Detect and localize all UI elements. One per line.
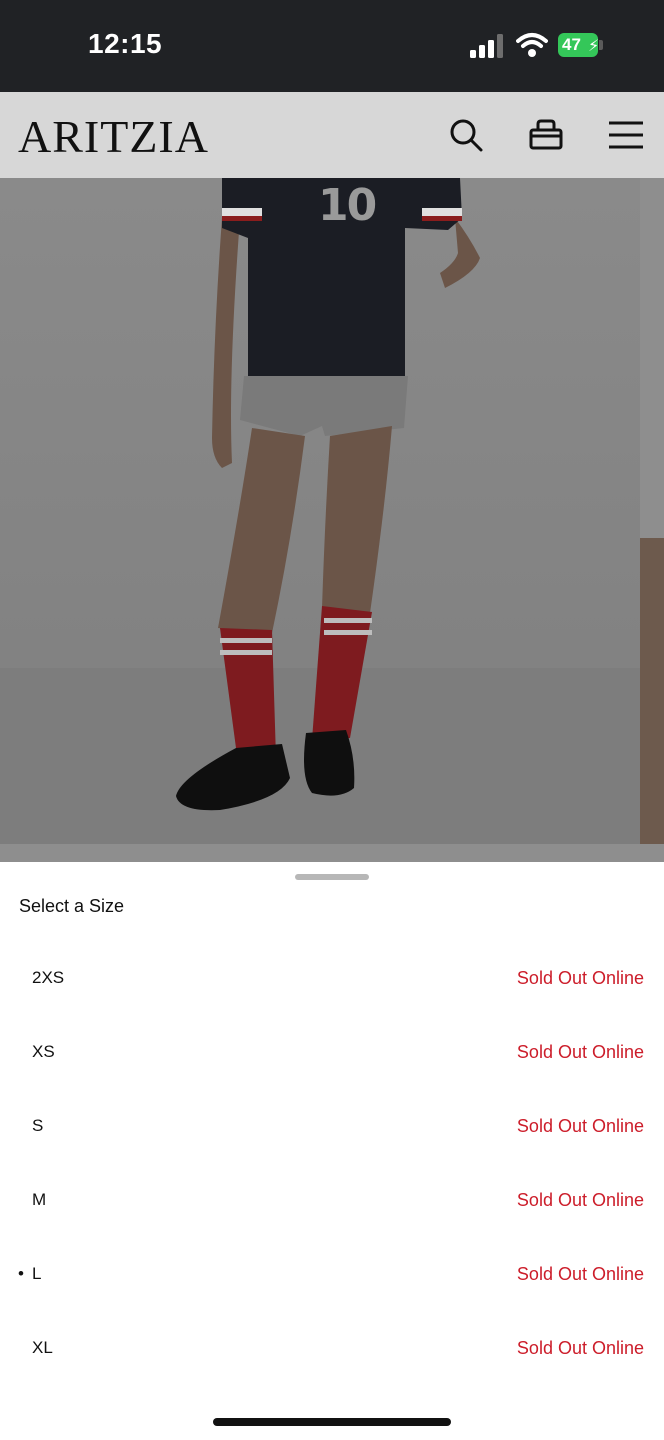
size-option-m[interactable]: M Sold Out Online [0, 1182, 664, 1222]
wifi-icon [516, 33, 548, 57]
size-availability: Sold Out Online [516, 1190, 644, 1210]
battery-cap [599, 40, 603, 50]
site-header: ARITZIA [0, 92, 664, 178]
battery-indicator: 47 ⚡ [558, 33, 604, 57]
model-illustration [176, 178, 480, 811]
screen: 12:15 47 ⚡ ARITZIA 10 Select a Size 2XS … [0, 0, 664, 1440]
status-bar: 12:15 47 ⚡ [0, 0, 664, 92]
size-option-xs[interactable]: XS Sold Out Online [0, 1034, 664, 1074]
size-availability: Sold Out Online [516, 1338, 644, 1358]
jersey-number: 10 [318, 180, 377, 231]
signal-icon [470, 34, 503, 58]
size-label: XS [32, 1042, 55, 1061]
status-time: 12:15 [88, 28, 163, 59]
size-label: M [32, 1190, 47, 1209]
size-selector-sheet: Select a Size 2XS Sold Out Online XS Sol… [0, 862, 664, 1440]
size-availability: Sold Out Online [516, 1264, 644, 1284]
home-indicator[interactable] [213, 1418, 451, 1426]
size-availability: Sold Out Online [516, 1042, 644, 1062]
search-icon[interactable] [447, 116, 485, 154]
size-availability: Sold Out Online [516, 1116, 644, 1136]
next-product-image-peek[interactable] [640, 538, 664, 844]
size-option-l[interactable]: • L Sold Out Online [0, 1256, 664, 1296]
product-image[interactable]: 10 [0, 178, 664, 862]
menu-icon[interactable] [607, 116, 645, 154]
selected-size-marker: • [18, 1264, 24, 1283]
size-option-2xs[interactable]: 2XS Sold Out Online [0, 960, 664, 1000]
size-label: S [32, 1116, 44, 1135]
size-availability: Sold Out Online [516, 968, 644, 988]
brand-logo[interactable]: ARITZIA [18, 110, 209, 163]
size-option-s[interactable]: S Sold Out Online [0, 1108, 664, 1148]
sheet-title: Select a Size [19, 896, 125, 916]
size-label: XL [32, 1338, 53, 1357]
sheet-grabber[interactable] [295, 874, 369, 880]
size-option-xl[interactable]: XL Sold Out Online [0, 1330, 664, 1370]
charging-icon: ⚡ [588, 38, 600, 55]
size-label: L [32, 1264, 42, 1283]
bag-icon[interactable] [527, 116, 565, 154]
size-label: 2XS [32, 968, 65, 987]
